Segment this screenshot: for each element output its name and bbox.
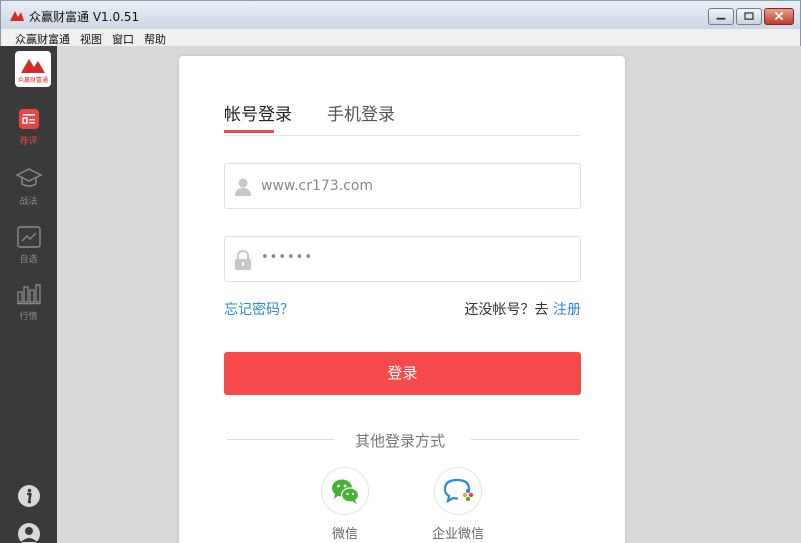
sidebar: 众赢财富通 荐评 战法 自选 行情 [0,46,57,543]
sidebar-item-label: 战法 [19,197,38,207]
window-title: 众赢财富通 V1.0.51 [29,10,140,24]
graduation-cap-icon [14,168,43,187]
register-prompt-text: 还没帐号？去 [464,302,549,318]
divider-left [227,439,335,440]
sidebar-user[interactable] [0,522,57,543]
account-input[interactable]: www.cr173.com [224,163,581,209]
login-button[interactable]: 登录 [224,352,581,395]
sidebar-item-label: 行情 [19,312,38,322]
active-tab-indicator [224,130,274,133]
lock-icon [235,250,251,270]
user-icon [235,178,251,196]
app-logo-icon: 众赢财富通 [18,59,48,84]
password-value: •••••• [261,250,314,265]
window-controls [708,8,794,25]
sidebar-item-recommend[interactable]: 荐评 [0,108,57,147]
password-input[interactable]: •••••• [224,236,581,282]
close-icon [774,11,784,21]
tab-phone-login[interactable]: 手机登录 [327,100,395,125]
login-card: 帐号登录 手机登录 www.cr173.com •••••• 忘记密码？ 还没帐… [179,56,625,543]
calendar-icon [18,109,39,129]
other-login-methods-label: 其他登录方式 [355,432,446,450]
menu-bar: 众赢财富通 视图 窗口 帮助 [0,29,801,46]
wechat-login[interactable]: 微信 [315,467,375,542]
close-button[interactable] [764,8,794,25]
account-value: www.cr173.com [261,178,374,194]
forgot-password-link[interactable]: 忘记密码？ [224,299,294,319]
menu-item-app[interactable]: 众赢财富通 [15,31,70,47]
login-tabs: 帐号登录 手机登录 [224,100,581,136]
trend-chart-icon [16,226,41,248]
wechat-label: 微信 [331,527,358,542]
wecom-circle [434,467,482,515]
logo-text: 众赢财富通 [18,76,48,84]
info-icon [17,485,40,507]
wechat-icon [332,479,360,504]
user-avatar-icon [17,523,40,543]
maximize-button[interactable] [736,8,762,25]
sidebar-item-label: 自选 [19,255,38,265]
menu-item-view[interactable]: 视图 [80,31,102,47]
wecom-login[interactable]: 企业微信 [428,467,488,542]
sidebar-item-market[interactable]: 行情 [0,283,57,322]
title-bar: 众赢财富通 V1.0.51 [0,0,801,29]
bar-chart-icon [16,284,41,305]
menu-item-window[interactable]: 窗口 [112,31,134,47]
app-logo-icon [10,11,24,21]
tab-account-login[interactable]: 帐号登录 [224,100,292,125]
minimize-button[interactable] [708,8,734,25]
register-prompt: 还没帐号？去 注册 [465,299,581,319]
register-link[interactable]: 注册 [553,302,581,318]
wecom-label: 企业微信 [431,527,484,542]
wechat-circle [321,467,369,515]
sidebar-item-strategy[interactable]: 战法 [0,166,57,207]
sidebar-logo[interactable]: 众赢财富通 [15,51,51,87]
minimize-icon [716,17,726,20]
sidebar-item-watchlist[interactable]: 自选 [0,226,57,265]
main-area: 帐号登录 手机登录 www.cr173.com •••••• 忘记密码？ 还没帐… [57,46,801,543]
sidebar-info[interactable] [0,484,57,508]
menu-item-help[interactable]: 帮助 [144,31,166,47]
wecom-icon [443,478,474,504]
maximize-icon [744,12,754,20]
sidebar-item-label: 荐评 [19,137,38,147]
divider-right [471,439,579,440]
